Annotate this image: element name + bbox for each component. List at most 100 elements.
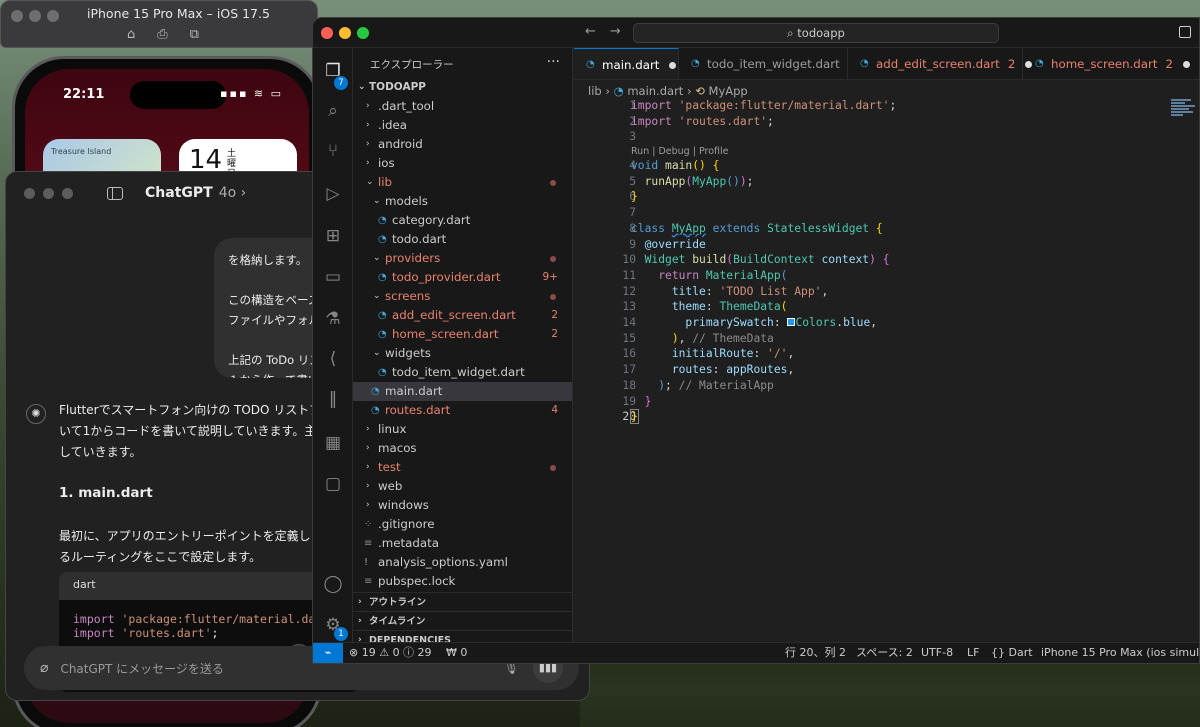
folder-item[interactable]: › linux xyxy=(353,420,572,439)
breadcrumb-item[interactable]: MyApp xyxy=(709,84,748,98)
class-symbol-icon: ⟲ xyxy=(695,84,709,98)
folder-item[interactable]: › android xyxy=(353,135,572,154)
encoding[interactable]: UTF-8 xyxy=(921,643,953,663)
file-item[interactable]: ! analysis_options.yaml xyxy=(353,553,572,572)
unsaved-dot[interactable] xyxy=(1183,61,1191,68)
tree-item-label: routes.dart xyxy=(385,403,451,417)
folder-item[interactable]: ⌄ models xyxy=(353,192,572,211)
flutter-icon[interactable]: ⟨ xyxy=(322,348,344,370)
home-icon[interactable]: ⌂ xyxy=(127,27,135,42)
docker-icon[interactable]: ▦ xyxy=(322,432,344,454)
breadcrumb-item[interactable]: lib xyxy=(588,84,602,98)
dart-file-icon: ◔ xyxy=(586,59,595,70)
file-item[interactable]: ≡ pubspec.lock xyxy=(353,572,572,591)
file-item[interactable]: ◔ todo_provider.dart 9+ xyxy=(353,268,572,287)
file-item[interactable]: ◔ add_edit_screen.dart 2 xyxy=(353,306,572,325)
zoom-window-button[interactable] xyxy=(47,10,59,22)
folder-item[interactable]: ⌄ widgets xyxy=(353,344,572,363)
attach-icon[interactable]: ⌀ xyxy=(40,660,48,676)
unsaved-dot[interactable] xyxy=(669,62,677,69)
run-debug-icon[interactable]: ▷ xyxy=(322,183,344,205)
file-item[interactable]: ◔ main.dart xyxy=(353,382,572,401)
editor-tabs: ◔ main.dart ◔ todo_item_widget.dart ◔ add_edi… xyxy=(574,48,1199,80)
minimize-window-button[interactable] xyxy=(43,187,54,199)
chat-icon[interactable]: ▢ xyxy=(322,473,344,495)
file-item[interactable]: ◔ home_screen.dart 2 xyxy=(353,325,572,344)
indentation[interactable]: スペース: 2 xyxy=(856,643,913,663)
simulator-title: iPhone 15 Pro Max – iOS 17.5 xyxy=(87,6,270,21)
codelens-run-debug[interactable]: Run | Debug | Profile xyxy=(631,146,728,157)
pause-icon[interactable]: ‖ xyxy=(322,388,344,410)
close-window-button[interactable] xyxy=(11,10,23,22)
remote-icon[interactable]: ⌁ xyxy=(313,643,343,663)
more-actions-icon[interactable]: ··· xyxy=(547,54,560,70)
tree-item-label: web xyxy=(378,479,403,493)
search-icon[interactable]: ⌕ xyxy=(322,100,344,122)
model-selector[interactable]: 4o › xyxy=(219,185,247,201)
chevron-down-icon: ⌄ xyxy=(366,177,374,187)
chat-title[interactable]: ChatGPT xyxy=(145,185,213,201)
line-ending[interactable]: LF xyxy=(967,643,979,663)
testing-icon[interactable]: ⚗ xyxy=(322,308,344,330)
folder-item[interactable]: ⌄ lib xyxy=(353,173,572,192)
search-text: todoapp xyxy=(797,26,845,40)
sidebar-toggle-icon[interactable] xyxy=(107,186,123,200)
editor-tab[interactable]: ◔ main.dart xyxy=(574,48,679,79)
screenshot-icon[interactable]: ⎙ xyxy=(157,27,167,42)
problems-count[interactable]: ⊗ 19 ⚠ 0 ⓘ 29 xyxy=(349,643,432,663)
cursor-position[interactable]: 行 20、列 2 xyxy=(785,643,846,663)
close-window-button[interactable] xyxy=(24,187,35,199)
folder-item[interactable]: › test xyxy=(353,458,572,477)
folder-item[interactable]: › web xyxy=(353,477,572,496)
dart-file-icon: ◔ xyxy=(860,58,869,69)
navigation-arrows[interactable]: ←→ xyxy=(585,24,635,39)
tab-problem-badge: 2 xyxy=(1007,57,1016,71)
tree-item-label: .dart_tool xyxy=(378,99,435,113)
device-selector[interactable]: iPhone 15 Pro Max (ios simulator) xyxy=(1041,643,1199,663)
folder-item[interactable]: › windows xyxy=(353,496,572,515)
zoom-window-button[interactable] xyxy=(357,27,369,39)
user-message-text: を格納します。 この構造をベース ファイルやフォル 上記の ToDo リス １か… xyxy=(228,253,321,378)
extensions-icon[interactable]: ⊞ xyxy=(322,225,344,247)
explorer-section-header[interactable]: › アウトライン xyxy=(353,592,573,611)
explorer-section-header[interactable]: › タイムライン xyxy=(353,611,573,630)
breadcrumb-item[interactable]: main.dart xyxy=(627,84,683,98)
git-file-icon: ⁘ xyxy=(364,519,373,530)
close-window-button[interactable] xyxy=(321,27,333,39)
folder-item[interactable]: › .dart_tool xyxy=(353,97,572,116)
folder-item[interactable]: › .idea xyxy=(353,116,572,135)
editor-tab[interactable]: ◔ home_screen.dart 2 xyxy=(1023,48,1199,79)
folder-item[interactable]: › ios xyxy=(353,154,572,173)
layout-icon[interactable] xyxy=(1179,26,1191,38)
file-item[interactable]: ◔ routes.dart 4 xyxy=(353,401,572,420)
source-control-icon[interactable]: ⑂ xyxy=(322,140,344,162)
tree-item-label: ios xyxy=(378,156,395,170)
command-center-search[interactable]: ⌕ todoapp xyxy=(633,23,999,43)
minimap[interactable] xyxy=(1171,98,1199,138)
dart-file-icon: ◔ xyxy=(378,234,387,245)
file-item[interactable]: ≡ .metadata xyxy=(353,534,572,553)
dart-file-icon: ◔ xyxy=(378,367,387,378)
language-mode[interactable]: {} Dart xyxy=(991,643,1033,663)
folder-item[interactable]: ⌄ screens xyxy=(353,287,572,306)
account-icon[interactable]: ◯ xyxy=(322,573,344,595)
file-item[interactable]: ◔ category.dart xyxy=(353,211,572,230)
file-item[interactable]: ◔ todo.dart xyxy=(353,230,572,249)
remote-explorer-icon[interactable]: ▭ xyxy=(322,266,344,288)
file-item[interactable]: ⁘ .gitignore xyxy=(353,515,572,534)
zoom-window-button[interactable] xyxy=(62,187,73,199)
folder-item[interactable]: › macos xyxy=(353,439,572,458)
minimize-window-button[interactable] xyxy=(339,27,351,39)
tree-item-label: category.dart xyxy=(392,213,471,227)
minimize-window-button[interactable] xyxy=(29,10,41,22)
rotate-icon[interactable]: ⧉ xyxy=(190,27,199,42)
project-name: TODOAPP xyxy=(369,81,426,93)
editor-tab[interactable]: ◔ add_edit_screen.dart 2 xyxy=(848,48,1033,79)
folder-item[interactable]: ⌄ providers xyxy=(353,249,572,268)
modified-dot xyxy=(550,180,556,186)
project-root[interactable]: ⌄ TODOAPP xyxy=(353,78,572,97)
ports-count[interactable]: ₩ 0 xyxy=(446,643,467,663)
file-item[interactable]: ◔ todo_item_widget.dart xyxy=(353,363,572,382)
editor-tab[interactable]: ◔ todo_item_widget.dart xyxy=(679,48,848,79)
modified-dot xyxy=(550,294,556,300)
